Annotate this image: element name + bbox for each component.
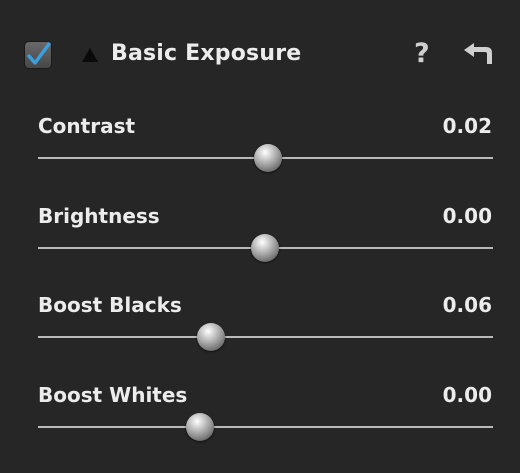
slider-track[interactable]	[38, 234, 493, 262]
basic-exposure-panel: Basic Exposure ? Contrast 0.02 Brightnes…	[0, 0, 520, 467]
slider-track[interactable]	[38, 413, 493, 441]
disclosure-triangle-icon[interactable]	[82, 48, 98, 62]
slider-label: Contrast	[38, 114, 136, 138]
slider-value[interactable]: 0.00	[443, 204, 492, 228]
slider-row-brightness: Brightness 0.00	[0, 204, 520, 294]
panel-header: Basic Exposure ?	[0, 30, 520, 80]
slider-label: Brightness	[38, 204, 160, 228]
reset-arrow-icon[interactable]	[462, 42, 494, 72]
slider-track[interactable]	[38, 144, 493, 172]
slider-thumb[interactable]	[186, 413, 215, 441]
slider-value[interactable]: 0.06	[443, 293, 492, 317]
enable-checkbox[interactable]	[24, 41, 52, 69]
slider-thumb[interactable]	[250, 234, 279, 262]
slider-value[interactable]: 0.00	[443, 383, 492, 407]
slider-thumb[interactable]	[253, 144, 282, 172]
slider-value[interactable]: 0.02	[443, 114, 492, 138]
slider-label: Boost Blacks	[38, 293, 182, 317]
slider-track[interactable]	[38, 323, 493, 351]
panel-title: Basic Exposure	[111, 41, 302, 66]
slider-row-boost-blacks: Boost Blacks 0.06	[0, 293, 520, 383]
slider-row-contrast: Contrast 0.02	[0, 114, 520, 204]
checkmark-icon	[27, 42, 51, 65]
slider-row-boost-whites: Boost Whites 0.00	[0, 383, 520, 473]
slider-thumb[interactable]	[196, 323, 225, 351]
help-icon[interactable]: ?	[414, 38, 430, 69]
slider-label: Boost Whites	[38, 383, 188, 407]
